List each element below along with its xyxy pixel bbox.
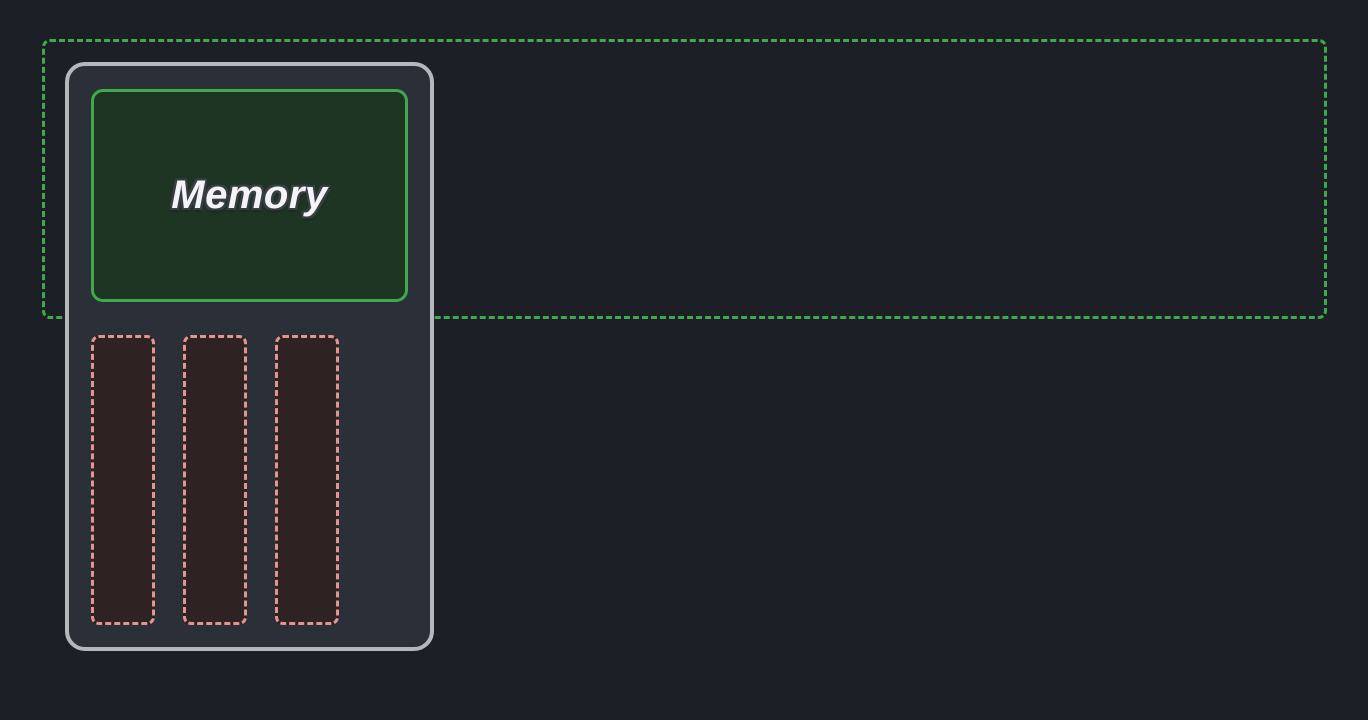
slot-row [91,335,339,625]
diagram-canvas: Memory [0,0,1368,720]
slot-1 [91,335,155,625]
memory-label: Memory [171,173,327,218]
slot-3 [275,335,339,625]
slot-2 [183,335,247,625]
memory-block: Memory [91,89,408,302]
device-card: Memory [65,62,434,651]
